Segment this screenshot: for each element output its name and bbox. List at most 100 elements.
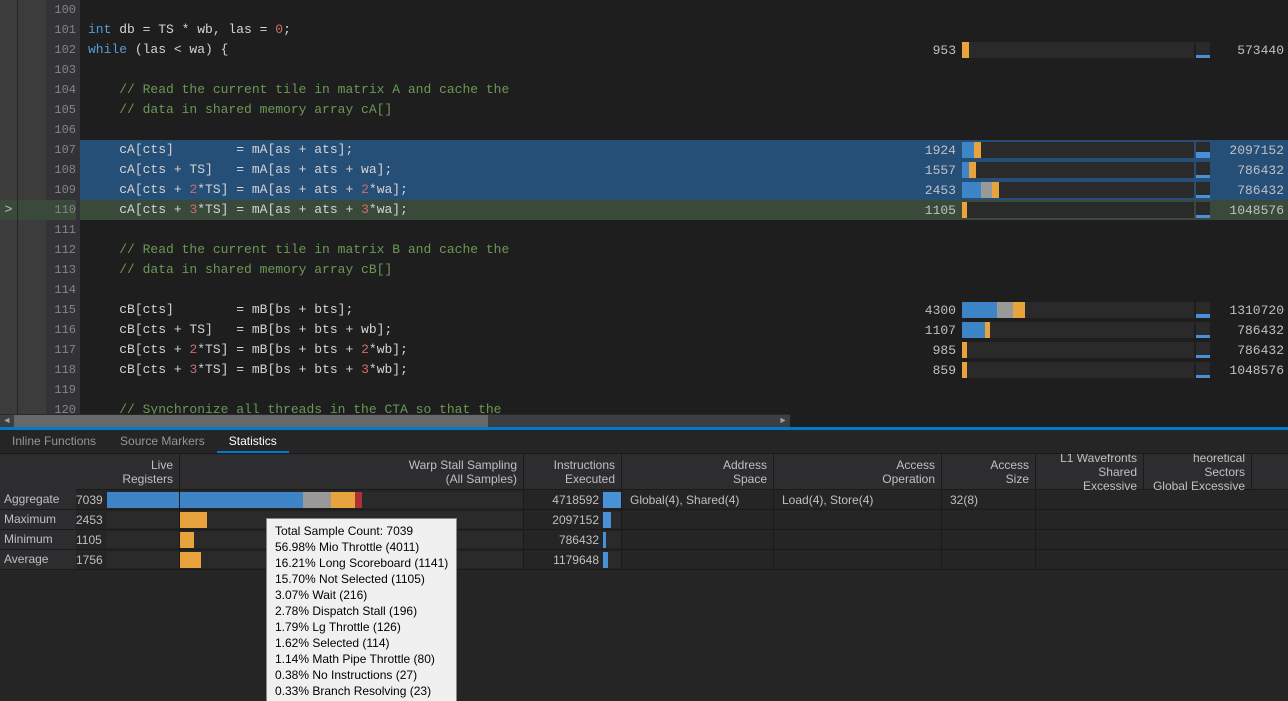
metric-right-value: 573440 bbox=[1210, 43, 1284, 58]
metric-left-value: 1924 bbox=[794, 143, 960, 158]
code-line-108[interactable]: cA[cts + TS] = mA[as + ats + wa]; bbox=[80, 160, 790, 180]
metric-left-value: 953 bbox=[794, 43, 960, 58]
metric-row-118: 8591048576 bbox=[790, 360, 1288, 380]
code-line-117[interactable]: cB[cts + 2*TS] = mB[bs + bts + 2*wb]; bbox=[80, 340, 790, 360]
metric-row-111 bbox=[790, 220, 1288, 240]
code-line-105[interactable]: // data in shared memory array cA[] bbox=[80, 100, 790, 120]
metric-stall-bar[interactable] bbox=[962, 302, 1194, 318]
line-number-column: 1001011021031041051061071081091101111121… bbox=[46, 0, 80, 427]
stats-col-header[interactable]: InstructionsExecuted bbox=[524, 454, 622, 489]
metric-stall-bar[interactable] bbox=[962, 202, 1194, 218]
code-line-110[interactable]: cA[cts + 3*TS] = mA[as + ats + 3*wa]; bbox=[80, 200, 790, 220]
code-line-111[interactable] bbox=[80, 220, 790, 240]
tooltip-line: 0.38% No Instructions (27) bbox=[275, 667, 448, 683]
metric-left-value: 985 bbox=[794, 343, 960, 358]
metric-stall-bar[interactable] bbox=[962, 182, 1194, 198]
metric-stall-bar[interactable] bbox=[962, 42, 1194, 58]
stats-col-header[interactable]: L1 WavefrontsShared Excessive bbox=[1036, 454, 1144, 489]
gutter-marker-column: > bbox=[0, 0, 18, 427]
code-line-116[interactable]: cB[cts + TS] = mB[bs + bts + wb]; bbox=[80, 320, 790, 340]
code-line-114[interactable] bbox=[80, 280, 790, 300]
metric-row-105 bbox=[790, 100, 1288, 120]
stats-header: LiveRegistersWarp Stall Sampling(All Sam… bbox=[0, 454, 1288, 490]
metric-row-110: 1105 1048576 bbox=[790, 200, 1288, 220]
metric-row-104 bbox=[790, 80, 1288, 100]
tooltip-line: 56.98% Mio Throttle (4011) bbox=[275, 539, 448, 555]
stats-col-header[interactable]: LiveRegisters bbox=[76, 454, 180, 489]
code-line-107[interactable]: cA[cts] = mA[as + ats]; bbox=[80, 140, 790, 160]
tab-inline-functions[interactable]: Inline Functions bbox=[0, 430, 108, 453]
metric-row-116: 1107 786432 bbox=[790, 320, 1288, 340]
metric-stall-bar[interactable] bbox=[962, 342, 1194, 358]
metric-row-103 bbox=[790, 60, 1288, 80]
stall-tooltip: Total Sample Count: 703956.98% Mio Throt… bbox=[266, 518, 457, 701]
metric-right-value: 1048576 bbox=[1210, 363, 1284, 378]
gutter-column bbox=[18, 0, 46, 427]
stats-col-header[interactable]: heoretical SectorsGlobal Excessive bbox=[1144, 454, 1252, 489]
bottom-tabs: Inline FunctionsSource MarkersStatistics bbox=[0, 430, 1288, 454]
metrics-pane[interactable]: 953 573440 1924 2097152 1557 786432 2453 786432… bbox=[790, 0, 1288, 427]
tooltip-line: 2.78% Dispatch Stall (196) bbox=[275, 603, 448, 619]
code-line-112[interactable]: // Read the current tile in matrix B and… bbox=[80, 240, 790, 260]
metric-row-106 bbox=[790, 120, 1288, 140]
source-code-pane[interactable]: > 10010110210310410510610710810911011111… bbox=[0, 0, 790, 427]
stats-row-label: Minimum bbox=[0, 530, 76, 549]
code-line-113[interactable]: // data in shared memory array cB[] bbox=[80, 260, 790, 280]
stats-body: Aggregate70394718592Global(4), Shared(4)… bbox=[0, 490, 1288, 570]
metric-stall-bar[interactable] bbox=[962, 142, 1194, 158]
stats-row-label: Maximum bbox=[0, 510, 76, 529]
tooltip-line: Total Sample Count: 7039 bbox=[275, 523, 448, 539]
metric-right-value: 786432 bbox=[1210, 163, 1284, 178]
stats-row-minimum: Minimum1105786432 bbox=[0, 530, 1288, 550]
code-line-106[interactable] bbox=[80, 120, 790, 140]
stats-col-header[interactable]: AccessSize bbox=[942, 454, 1036, 489]
metric-left-value: 1105 bbox=[794, 203, 960, 218]
code-hscrollbar[interactable]: ◄ ► bbox=[0, 414, 790, 427]
metric-stall-bar[interactable] bbox=[962, 362, 1194, 378]
code-line-101[interactable]: int db = TS * wb, las = 0; bbox=[80, 20, 790, 40]
metric-left-value: 2453 bbox=[794, 183, 960, 198]
metric-row-107: 1924 2097152 bbox=[790, 140, 1288, 160]
tab-statistics[interactable]: Statistics bbox=[217, 430, 289, 453]
metric-right-value: 1310720 bbox=[1210, 303, 1284, 318]
tooltip-line: 15.70% Not Selected (1105) bbox=[275, 571, 448, 587]
tooltip-line: 1.14% Math Pipe Throttle (80) bbox=[275, 651, 448, 667]
stats-row-maximum: Maximum24532097152 bbox=[0, 510, 1288, 530]
code-line-102[interactable]: while (las < wa) { bbox=[80, 40, 790, 60]
tooltip-line: 3.07% Wait (216) bbox=[275, 587, 448, 603]
code-line-104[interactable]: // Read the current tile in matrix A and… bbox=[80, 80, 790, 100]
code-line-109[interactable]: cA[cts + 2*TS] = mA[as + ats + 2*wa]; bbox=[80, 180, 790, 200]
code-line-115[interactable]: cB[cts] = mB[bs + bts]; bbox=[80, 300, 790, 320]
scroll-left-arrow[interactable]: ◄ bbox=[0, 415, 14, 427]
code-line-118[interactable]: cB[cts + 3*TS] = mB[bs + bts + 3*wb]; bbox=[80, 360, 790, 380]
code-line-100[interactable] bbox=[80, 0, 790, 20]
metric-row-117: 985 786432 bbox=[790, 340, 1288, 360]
stats-col-header[interactable]: Warp Stall Sampling(All Samples) bbox=[180, 454, 524, 489]
code-text-column[interactable]: int db = TS * wb, las = 0;while (las < w… bbox=[80, 0, 790, 427]
stats-col-header[interactable]: AddressSpace bbox=[622, 454, 774, 489]
metric-row-114 bbox=[790, 280, 1288, 300]
stats-row-aggregate: Aggregate70394718592Global(4), Shared(4)… bbox=[0, 490, 1288, 510]
metric-right-value: 786432 bbox=[1210, 343, 1284, 358]
hscroll-thumb[interactable] bbox=[14, 415, 488, 427]
tooltip-line: 1.62% Selected (114) bbox=[275, 635, 448, 651]
metric-row-101 bbox=[790, 20, 1288, 40]
code-line-119[interactable] bbox=[80, 380, 790, 400]
stats-col-header[interactable]: AccessOperation bbox=[774, 454, 942, 489]
scroll-right-arrow[interactable]: ► bbox=[776, 415, 790, 427]
metric-right-value: 1048576 bbox=[1210, 203, 1284, 218]
metric-row-119 bbox=[790, 380, 1288, 400]
metric-left-value: 1557 bbox=[794, 163, 960, 178]
metric-stall-bar[interactable] bbox=[962, 162, 1194, 178]
tab-source-markers[interactable]: Source Markers bbox=[108, 430, 217, 453]
metric-left-value: 4300 bbox=[794, 303, 960, 318]
metric-right-value: 786432 bbox=[1210, 183, 1284, 198]
code-line-103[interactable] bbox=[80, 60, 790, 80]
metric-row-115: 4300 1310720 bbox=[790, 300, 1288, 320]
metric-right-value: 786432 bbox=[1210, 323, 1284, 338]
stats-row-label: Average bbox=[0, 550, 76, 569]
metric-left-value: 1107 bbox=[794, 323, 960, 338]
metric-row-109: 2453 786432 bbox=[790, 180, 1288, 200]
metric-stall-bar[interactable] bbox=[962, 322, 1194, 338]
metric-right-value: 2097152 bbox=[1210, 143, 1284, 158]
